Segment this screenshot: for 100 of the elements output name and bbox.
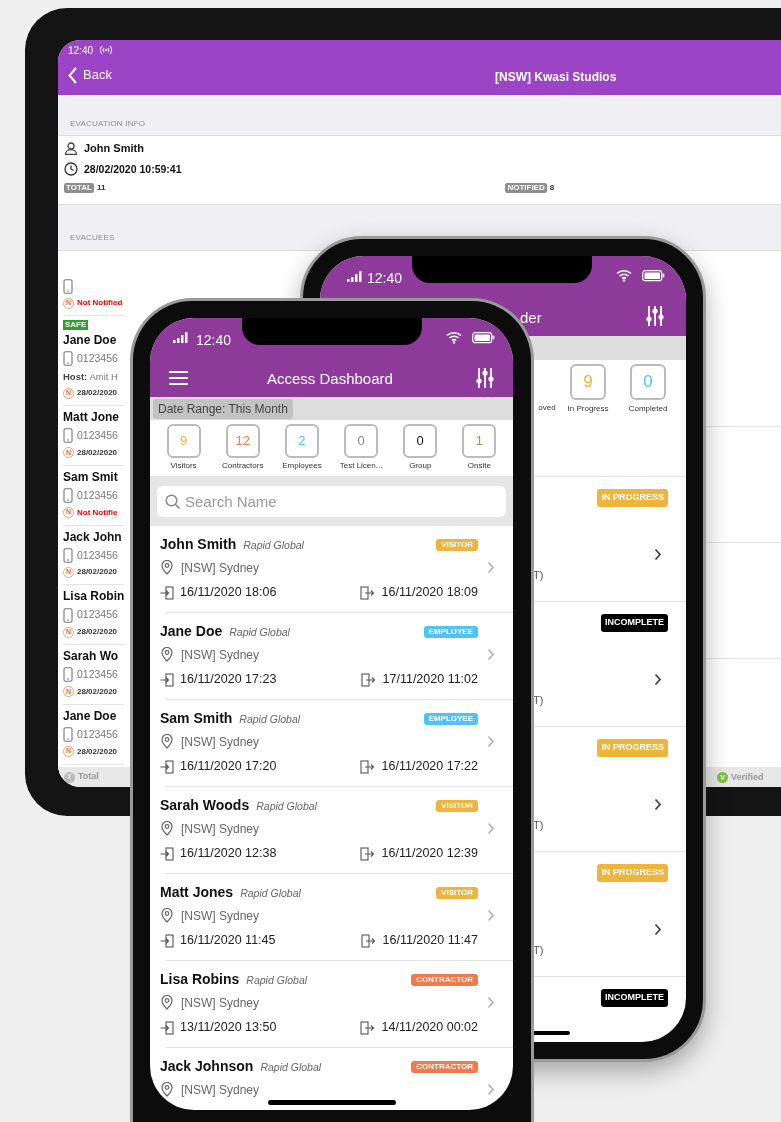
host-text: Host: Amit H [63, 369, 119, 384]
chevron-icon [487, 822, 495, 835]
list-row[interactable]: Matt Jones Rapid Global VISITOR [NSW] Sydney 16/11/2020 11:45 16/11/2020 11:47 [150, 874, 513, 961]
row-text: T) [533, 693, 544, 708]
location-text: [NSW] Sydney [181, 820, 260, 838]
count-box: 12 [225, 424, 260, 458]
person-name: Matt Jones [160, 883, 234, 902]
section-heading: EVACUATION INFO [70, 118, 146, 130]
company-name: Rapid Global [246, 973, 308, 988]
row-text: T) [533, 568, 544, 583]
notified-tag: NOTIFIED [505, 183, 547, 194]
person-name: John Smith [160, 535, 237, 554]
check-out-time: 16/11/2020 18:09 [381, 584, 478, 602]
company-name: Rapid Global [256, 799, 317, 814]
chevron-icon[interactable] [654, 673, 662, 686]
status-time: 12:40 [367, 269, 403, 288]
sign-in-icon [160, 933, 174, 948]
status-time: 12:40 [68, 43, 94, 58]
footer-label: Total [78, 770, 99, 784]
check-out-time: 16/11/2020 12:39 [381, 845, 478, 863]
count-box: 9 [166, 424, 201, 458]
location-pin-icon [160, 647, 174, 662]
evacuee-name: Jane Doe [63, 708, 118, 724]
phone-number: 0123456 [77, 351, 118, 366]
mobile-phone-icon [63, 547, 73, 563]
chevron-icon[interactable] [654, 548, 662, 561]
location-pin-icon [160, 734, 174, 749]
company-name: Rapid Global [229, 625, 290, 640]
count-label: Completed [628, 403, 668, 415]
sliders-icon[interactable] [476, 367, 494, 389]
phone-number: 0123456 [77, 607, 118, 623]
chevron-icon [487, 648, 495, 661]
search-field[interactable]: Search Name [157, 485, 506, 517]
footer-label: Verified [731, 771, 764, 784]
sliders-icon[interactable] [646, 305, 664, 327]
chevron-icon[interactable] [654, 798, 662, 811]
notification-status: 28/02/2020 [77, 387, 118, 399]
type-badge: CONTRACTOR [411, 1060, 478, 1073]
mobile-phone-icon [63, 488, 73, 504]
notified-count: 8 [549, 182, 555, 195]
phone-number: 0123456 [77, 547, 118, 563]
total-count: 11 [96, 182, 106, 195]
person-name: Jack Johnson [160, 1057, 254, 1076]
status-badge: IN PROGRESS [597, 864, 668, 882]
app-title: der [520, 308, 542, 328]
list-row[interactable]: John Smith Rapid Global VISITOR [NSW] Sydney 16/11/2020 18:06 16/11/2020 18:09 [150, 526, 513, 613]
location-pin-icon [160, 995, 174, 1010]
row-text: T) [533, 943, 544, 958]
count-box: 0 [403, 424, 438, 458]
search-icon [165, 493, 180, 509]
sign-in-icon [160, 672, 174, 687]
list-row[interactable]: Jane Doe Rapid Global EMPLOYEE [NSW] Sydney 16/11/2020 17:23 17/11/2020 11:02 [150, 613, 513, 700]
check-in-time: 16/11/2020 17:20 [180, 758, 277, 776]
evacuee-name: Lisa Robin [63, 589, 124, 605]
sign-in-icon [160, 585, 174, 600]
mobile-phone-icon [63, 607, 73, 623]
list-row[interactable]: Sarah Woods Rapid Global VISITOR [NSW] Sydney 16/11/2020 12:38 16/11/2020 12:39 [150, 787, 513, 874]
wifi-icon [616, 269, 632, 282]
location-pin-icon [160, 1082, 174, 1097]
safe-tag: SAFE [63, 320, 89, 330]
section-heading: EVACUEES [70, 232, 115, 244]
list-row[interactable]: Lisa Robins Rapid Global CONTRACTOR [NSW] Sydney 13/11/2020 13:50 14/11/2020 00:02 [150, 961, 513, 1048]
status-badge: IN PROGRESS [597, 489, 668, 507]
nav-title: [NSW] Kwasi Studios [495, 69, 617, 86]
app-title: Access Dashboard [267, 369, 393, 389]
wifi-icon [446, 331, 462, 344]
sign-out-icon [359, 585, 374, 600]
company-name: Rapid Global [260, 1060, 322, 1075]
person-name: Lisa Robins [160, 970, 240, 989]
mobile-phone-icon [63, 667, 73, 683]
type-badge: VISITOR [436, 538, 478, 551]
sign-in-icon [160, 846, 174, 861]
mobile-phone-icon [63, 727, 73, 743]
count-box: 1 [462, 424, 497, 458]
location-pin-icon [160, 560, 174, 575]
notification-status: Not Notified [77, 297, 123, 309]
chevron-icon[interactable] [654, 923, 662, 936]
location-text: [NSW] Sydney [181, 733, 260, 751]
sign-out-icon [360, 933, 375, 948]
count-box: 0 [630, 364, 666, 400]
evacuee-name: Sam Smit [63, 469, 119, 485]
check-out-time: 14/11/2020 00:02 [381, 1019, 478, 1037]
location-text: [NSW] Sydney [181, 907, 260, 925]
menu-icon[interactable] [169, 370, 188, 386]
back-button[interactable]: Back [68, 60, 112, 90]
check-in-time: 16/11/2020 17:23 [180, 671, 277, 689]
company-name: Rapid Global [243, 538, 304, 553]
location-pin-icon [160, 908, 174, 923]
count-box: 0 [344, 424, 379, 458]
battery-icon [472, 332, 495, 344]
sign-out-icon [360, 672, 375, 687]
status-badge: INCOMPLETE [601, 989, 668, 1007]
check-in-time: 16/11/2020 11:45 [180, 932, 276, 950]
date-range-chip[interactable]: Date Range: This Month [153, 398, 293, 419]
signal-icon [173, 332, 188, 343]
evacuee-name: Sarah Wo [63, 649, 120, 664]
list-row[interactable]: Sam Smith Rapid Global EMPLOYEE [NSW] Sydney 16/11/2020 17:20 16/11/2020 17:22 [150, 700, 513, 787]
sign-in-icon [160, 1020, 174, 1035]
clock-icon [64, 162, 78, 177]
type-badge: EMPLOYEE [423, 712, 478, 725]
